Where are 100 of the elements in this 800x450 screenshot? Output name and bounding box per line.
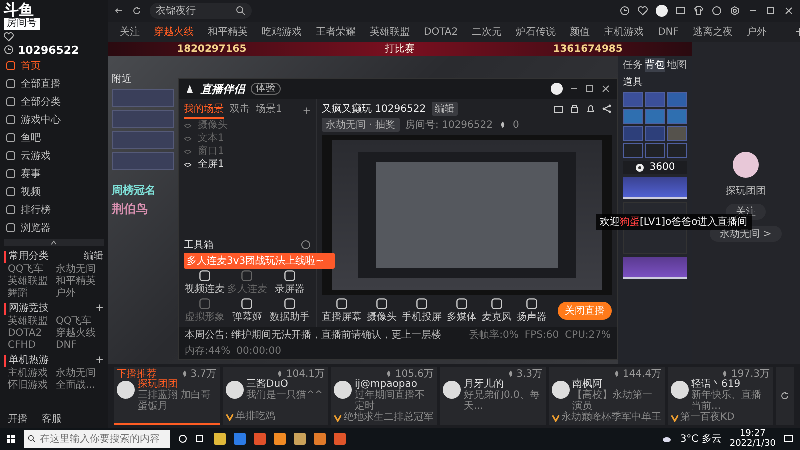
recommend-card[interactable]: 3.3万 月牙儿的 好兄弟们0.0、每天...: [440, 367, 546, 425]
nav-item[interactable]: 云游戏: [4, 147, 104, 164]
category-tab[interactable]: 逃离之夜: [693, 25, 734, 39]
nav-item[interactable]: 全部直播: [4, 75, 104, 92]
back-arrow-icon[interactable]: [114, 6, 124, 16]
nav-item[interactable]: 排行榜: [4, 201, 104, 218]
recommend-card[interactable]: 144.4万 南枫阿 【高校】永劫第一演员 永劫巅峰杯季军中单王: [548, 367, 664, 425]
category-tab[interactable]: 二次元: [472, 25, 502, 39]
category-link[interactable]: 英雄联盟: [8, 276, 56, 288]
item-tile[interactable]: [623, 109, 643, 124]
game-tab[interactable]: 地图: [667, 58, 687, 72]
item-tile[interactable]: [623, 92, 643, 107]
windows-icon[interactable]: [6, 434, 16, 444]
scene-tab[interactable]: 场景1: [256, 102, 282, 119]
game-tab[interactable]: 任务: [623, 58, 643, 72]
lock-icon[interactable]: [570, 104, 580, 114]
item-tile[interactable]: [667, 126, 687, 141]
source-button[interactable]: 直播屏幕: [322, 298, 362, 324]
category-selector[interactable]: 永劫无间 · 抽奖: [322, 118, 400, 132]
logo-text[interactable]: 斗鱼: [4, 2, 34, 18]
category-tab[interactable]: 颜值: [570, 25, 590, 39]
source-item[interactable]: 全屏1: [184, 159, 311, 171]
recommend-card[interactable]: 105.6万 ij@mpaopao 过年期间直播不定时 绝地求生二排总冠军: [331, 367, 437, 425]
maximize-icon[interactable]: [585, 84, 595, 94]
refresh-icon[interactable]: [132, 6, 142, 16]
search-field[interactable]: 衣锦夜行: [150, 3, 252, 19]
category-link[interactable]: QQ飞车: [8, 264, 56, 276]
section-action[interactable]: +: [96, 303, 104, 315]
share-icon[interactable]: [602, 104, 612, 114]
category-link[interactable]: 舞蹈: [8, 288, 56, 300]
scene-tab[interactable]: 我的场景: [184, 102, 224, 119]
category-link[interactable]: 英雄联盟: [8, 316, 56, 328]
category-link[interactable]: QQ飞车: [56, 316, 104, 328]
clock-icon[interactable]: [620, 6, 630, 16]
item-tile[interactable]: [645, 126, 665, 141]
close-icon[interactable]: [784, 6, 794, 16]
item-tile[interactable]: [645, 109, 665, 124]
tool-button[interactable]: 视频连麦: [184, 270, 226, 296]
tool-button[interactable]: 数据助手: [268, 298, 311, 324]
category-tab[interactable]: 王者荣耀: [316, 25, 356, 39]
category-link[interactable]: 全面战...: [56, 380, 104, 392]
source-button[interactable]: 摄像头: [367, 298, 397, 324]
item-tile[interactable]: [667, 143, 687, 158]
category-tab[interactable]: 主机游戏: [604, 25, 644, 39]
tool-button[interactable]: 弹幕姬: [226, 298, 269, 324]
streamer-avatar[interactable]: [733, 152, 759, 178]
category-tab[interactable]: DOTA2: [424, 26, 458, 38]
shirt-icon[interactable]: [694, 6, 704, 16]
nav-item[interactable]: 浏览器: [4, 219, 104, 236]
category-tab[interactable]: 和平精英: [208, 25, 248, 39]
item-tile[interactable]: [645, 143, 665, 158]
heart-icon[interactable]: [638, 6, 648, 16]
footer-link[interactable]: 客服: [42, 412, 62, 426]
item-tile[interactable]: [623, 143, 643, 158]
section-action[interactable]: 编辑: [84, 251, 104, 263]
source-button[interactable]: 扬声器: [517, 298, 547, 324]
category-link[interactable]: 主机游戏: [8, 368, 56, 380]
item-tile[interactable]: [623, 126, 643, 141]
item-tile[interactable]: [667, 109, 687, 124]
nav-item[interactable]: 游戏中心: [4, 111, 104, 128]
category-tab[interactable]: 户外: [747, 25, 768, 39]
category-link[interactable]: 户外: [56, 288, 104, 300]
nav-item[interactable]: 视频: [4, 183, 104, 200]
category-tab[interactable]: 英雄联盟: [370, 25, 410, 39]
category-link[interactable]: DOTA2: [8, 328, 56, 340]
search-icon[interactable]: [236, 6, 246, 16]
source-button[interactable]: 麦克风: [482, 298, 512, 324]
settings-icon[interactable]: [730, 6, 740, 16]
footer-link[interactable]: 开播: [8, 412, 28, 426]
game-tab[interactable]: 背包: [645, 58, 665, 72]
version-badge[interactable]: 体验: [251, 83, 281, 95]
category-tab[interactable]: 穿越火线: [154, 25, 194, 39]
nav-item[interactable]: 全部分类: [4, 93, 104, 110]
tool-button[interactable]: 录屏器: [268, 270, 311, 296]
user-avatar[interactable]: [656, 5, 668, 17]
category-tab[interactable]: 炉石传说: [516, 25, 556, 39]
category-link[interactable]: 怀旧游戏: [8, 380, 56, 392]
recommend-card[interactable]: 下播推荐 3.7万 探玩团团 三排蓝翔 加白哥蛋饭月: [114, 367, 220, 425]
scene-tab[interactable]: 双击: [230, 102, 250, 119]
category-tab[interactable]: 关注: [120, 25, 140, 39]
source-button[interactable]: 手机投屏: [402, 298, 442, 324]
nav-item[interactable]: 赛事: [4, 165, 104, 182]
category-tab[interactable]: 吃鸡游戏: [262, 25, 302, 39]
section-action[interactable]: +: [96, 355, 104, 367]
category-link[interactable]: 永劫无间: [56, 264, 104, 276]
item-tile[interactable]: [645, 92, 665, 107]
task-view-icon[interactable]: [196, 434, 206, 444]
nav-item[interactable]: 首页: [4, 57, 104, 74]
nav-item[interactable]: 鱼吧: [4, 129, 104, 146]
category-tab[interactable]: DNF: [658, 26, 680, 38]
close-icon[interactable]: [601, 84, 611, 94]
category-link[interactable]: 和平精英: [56, 276, 104, 288]
heart-icon[interactable]: [4, 32, 14, 42]
category-link[interactable]: 穿越火线: [56, 328, 104, 340]
source-button[interactable]: 多媒体: [447, 298, 477, 324]
recommend-card[interactable]: 104.1万 三酱DuO 我们是一只猫^^ 单排吃鸡: [222, 367, 328, 425]
category-link[interactable]: 永劫无间: [56, 368, 104, 380]
user-avatar[interactable]: [551, 83, 563, 95]
edit-button[interactable]: 编辑: [432, 102, 458, 116]
maximize-icon[interactable]: [766, 6, 776, 16]
